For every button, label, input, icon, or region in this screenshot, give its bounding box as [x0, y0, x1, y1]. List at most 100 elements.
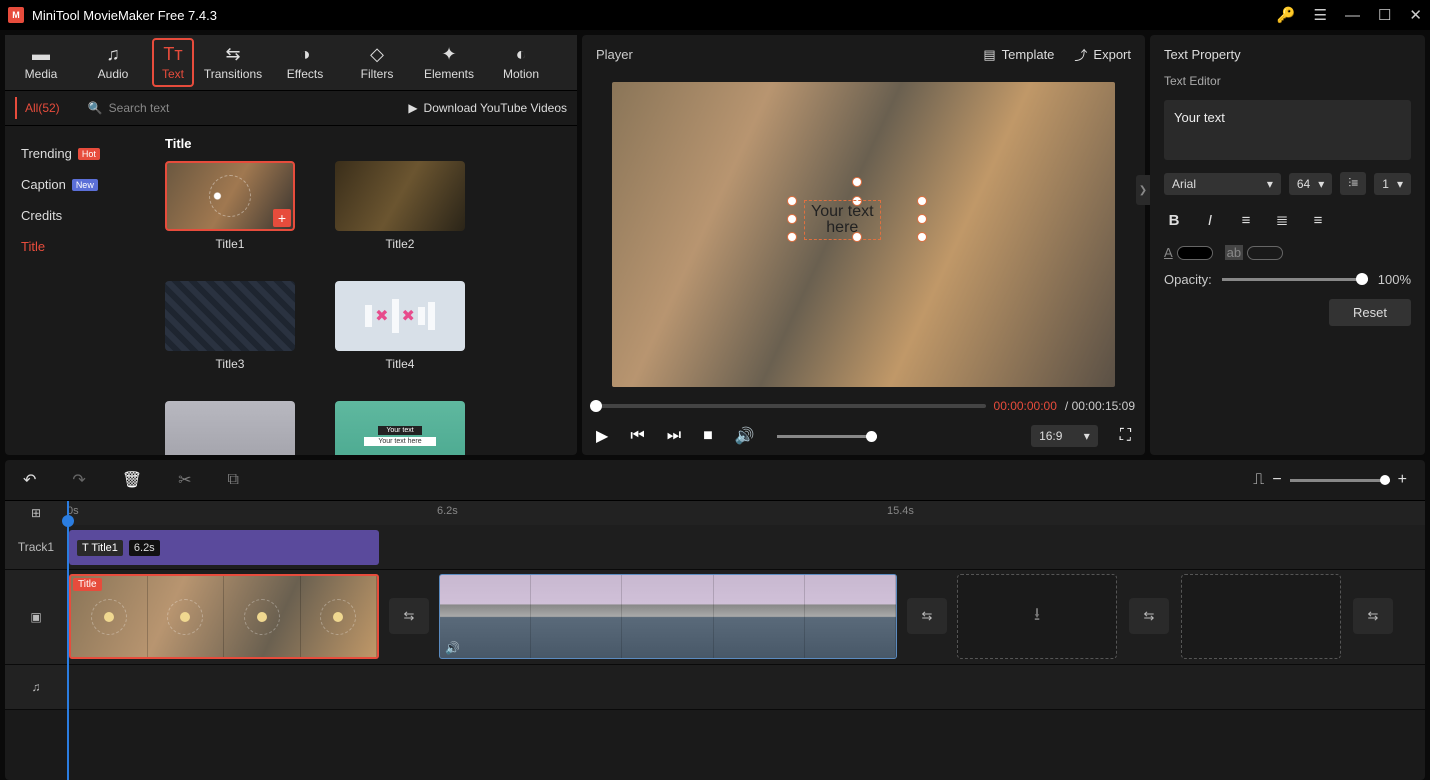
download-link[interactable]: ▶ Download YouTube Videos — [408, 101, 567, 115]
tab-elements[interactable]: ✦Elements — [413, 35, 485, 90]
tab-audio[interactable]: ♫Audio — [77, 35, 149, 90]
transition-button-2[interactable]: ⇆ — [907, 598, 947, 634]
align-center-button[interactable]: ≣ — [1272, 211, 1292, 229]
split-button[interactable]: ✂ — [178, 470, 191, 490]
crop-button[interactable]: ⧉ — [228, 471, 239, 489]
zoom-in-button[interactable]: + — [1398, 471, 1407, 489]
tab-text[interactable]: TᴛText — [152, 38, 194, 87]
size-select[interactable]: 64▾ — [1289, 173, 1332, 195]
sidebar-item-credits[interactable]: Credits — [17, 200, 143, 231]
timeline-ruler[interactable]: 0s 6.2s 15.4s — [67, 501, 1425, 525]
layers-icon: ▤ — [983, 47, 995, 63]
fit-icon[interactable]: ⎍ — [1253, 471, 1264, 489]
zoom-slider[interactable] — [1290, 479, 1390, 482]
sidebar-item-trending[interactable]: TrendingHot — [17, 138, 143, 169]
title-clip[interactable]: T Title1 6.2s — [69, 530, 379, 565]
align-left-button[interactable]: ≡ — [1236, 212, 1256, 229]
collapse-arrow-icon[interactable]: ❯ — [1136, 175, 1150, 205]
align-right-button[interactable]: ≡ — [1308, 212, 1328, 229]
filters-icon: ◇ — [370, 44, 384, 65]
video-clip-2[interactable]: 🔊 — [439, 574, 897, 659]
player-panel: Player ▤Template ⤴Export Your text here — [582, 35, 1145, 455]
track-label: Track1 — [5, 525, 67, 569]
close-button[interactable]: ✕ — [1409, 6, 1422, 24]
timeline-panel: ↶ ↷ 🗑 ✂ ⧉ ⎍ − + ⊞ 0s 6.2s 15.4s Track1 T… — [5, 460, 1425, 780]
volume-icon[interactable]: 🔊 — [735, 426, 755, 446]
video-preview[interactable]: Your text here — [612, 82, 1115, 387]
all-filter[interactable]: All(52) — [15, 97, 68, 119]
playhead[interactable] — [67, 501, 69, 780]
tab-filters[interactable]: ◇Filters — [341, 35, 413, 90]
text-editor-input[interactable]: Your text — [1164, 100, 1411, 160]
font-select[interactable]: Arial▾ — [1164, 173, 1281, 195]
sidebar-item-caption[interactable]: CaptionNew — [17, 169, 143, 200]
transition-button-1[interactable]: ⇆ — [389, 598, 429, 634]
zoom-out-button[interactable]: − — [1272, 471, 1281, 489]
bold-button[interactable]: B — [1164, 212, 1184, 229]
sidebar-item-title[interactable]: Title — [17, 231, 143, 262]
editor-label: Text Editor — [1164, 74, 1411, 88]
opacity-value: 100% — [1378, 272, 1411, 287]
add-icon[interactable]: + — [273, 209, 291, 227]
youtube-icon: ▶ — [408, 101, 417, 115]
property-panel: ❯ Text Property Text Editor Your text Ar… — [1150, 35, 1425, 455]
audio-track-icon: ♫ — [5, 665, 67, 709]
key-icon[interactable]: 🔑 — [1277, 6, 1296, 24]
music-icon: ♫ — [106, 44, 120, 65]
title-thumb-3[interactable] — [165, 281, 295, 351]
fullscreen-button[interactable]: ⛶ — [1120, 427, 1131, 445]
transition-button-3[interactable]: ⇆ — [1129, 598, 1169, 634]
drop-zone-1[interactable]: ⭳ — [957, 574, 1117, 659]
text-color-picker[interactable]: A — [1164, 245, 1213, 260]
title-thumb-1[interactable]: + — [165, 161, 295, 231]
app-title: MiniTool MovieMaker Free 7.4.3 — [32, 8, 1277, 23]
line-spacing-icon: ⫶≡ — [1348, 176, 1358, 191]
prev-button[interactable]: ⏮ — [630, 427, 644, 445]
stop-button[interactable]: ■ — [703, 427, 713, 445]
italic-button[interactable]: I — [1200, 212, 1220, 229]
menu-icon[interactable]: ☰ — [1314, 6, 1327, 24]
export-button[interactable]: ⤴Export — [1074, 45, 1131, 64]
export-icon: ⤴ — [1074, 45, 1087, 64]
transition-button-4[interactable]: ⇆ — [1353, 598, 1393, 634]
line-value-select[interactable]: 1▾ — [1374, 173, 1411, 195]
drop-zone-2[interactable] — [1181, 574, 1341, 659]
title-clip-duration: 6.2s — [129, 540, 160, 556]
new-badge: New — [72, 179, 98, 191]
maximize-button[interactable]: ☐ — [1378, 6, 1391, 24]
section-title: Title — [165, 136, 567, 151]
time-current: 00:00:00:00 — [994, 399, 1057, 413]
elements-icon: ✦ — [441, 44, 456, 65]
next-button[interactable]: ⏭ — [667, 427, 681, 445]
title-thumb-2[interactable] — [335, 161, 465, 231]
reset-button[interactable]: Reset — [1329, 299, 1411, 326]
tab-effects[interactable]: ◑Effects — [269, 35, 341, 90]
highlight-color-picker[interactable]: ab — [1225, 245, 1283, 260]
tab-motion[interactable]: ◐Motion — [485, 35, 557, 90]
opacity-slider[interactable] — [1222, 278, 1368, 281]
line-spacing-select[interactable]: ⫶≡ — [1340, 172, 1366, 195]
minimize-button[interactable]: — — [1345, 7, 1360, 24]
effects-icon: ◑ — [300, 44, 311, 65]
play-button[interactable]: ▶ — [596, 426, 608, 446]
tab-transitions[interactable]: ⇆Transitions — [197, 35, 269, 90]
title-thumb-4[interactable]: ✖✖ — [335, 281, 465, 351]
video-clip-1[interactable]: Title — [69, 574, 379, 659]
text-icon: Tᴛ — [163, 44, 182, 65]
redo-button[interactable]: ↷ — [72, 470, 85, 490]
text-selection-box[interactable]: Your text here — [792, 182, 922, 242]
progress-slider[interactable] — [592, 404, 986, 408]
title-thumb-6[interactable]: Your text Your text here — [335, 401, 465, 455]
add-track-button[interactable]: ⊞ — [5, 501, 67, 525]
template-button[interactable]: ▤Template — [983, 47, 1054, 63]
search-input[interactable]: 🔍 Search text — [88, 101, 369, 115]
opacity-label: Opacity: — [1164, 272, 1212, 287]
search-icon: 🔍 — [88, 101, 103, 115]
undo-button[interactable]: ↶ — [23, 470, 36, 490]
time-total: / 00:00:15:09 — [1065, 399, 1135, 413]
volume-slider[interactable] — [777, 435, 877, 438]
aspect-ratio-select[interactable]: 16:9 ▾ — [1031, 425, 1098, 447]
tab-media[interactable]: ▬Media — [5, 35, 77, 90]
delete-button[interactable]: 🗑 — [122, 470, 142, 490]
title-thumb-5[interactable] — [165, 401, 295, 455]
